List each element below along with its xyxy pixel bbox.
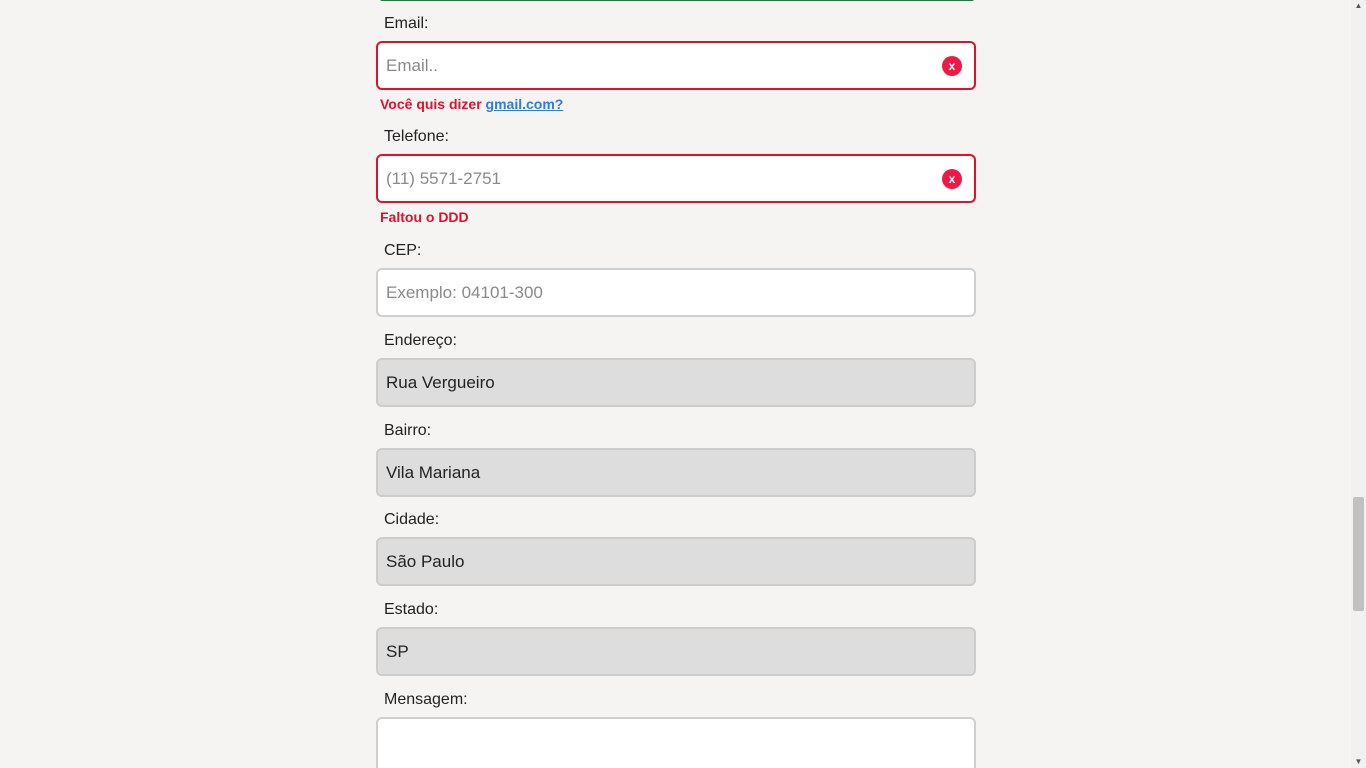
endereco-label: Endereço: xyxy=(384,332,457,349)
telefone-placeholder: (11) 5571-2751 xyxy=(386,169,501,188)
scrollbar-thumb[interactable] xyxy=(1353,497,1364,611)
clear-telefone-icon[interactable]: x xyxy=(942,169,962,189)
scroll-up-icon[interactable]: ▲ xyxy=(1351,0,1366,12)
bairro-field[interactable]: Vila Mariana xyxy=(376,448,976,497)
telefone-label: Telefone: xyxy=(384,128,449,145)
email-field[interactable]: Email.. x xyxy=(376,41,976,90)
cidade-label: Cidade: xyxy=(384,511,440,528)
estado-value: SP xyxy=(386,642,409,661)
email-label: Email: xyxy=(384,15,429,32)
cep-placeholder: Exemplo: 04101-300 xyxy=(386,283,543,302)
scroll-down-icon[interactable]: ▼ xyxy=(1351,756,1366,768)
endereco-value: Rua Vergueiro xyxy=(386,373,495,392)
page-scrollbar[interactable]: ▲ ▼ xyxy=(1351,0,1366,768)
mensagem-textarea[interactable] xyxy=(376,717,976,768)
cep-label: CEP: xyxy=(384,242,422,259)
endereco-field[interactable]: Rua Vergueiro xyxy=(376,358,976,407)
email-placeholder: Email.. xyxy=(386,56,438,75)
telefone-field[interactable]: (11) 5571-2751 x xyxy=(376,154,976,203)
bairro-value: Vila Mariana xyxy=(386,463,481,482)
email-suggestion-link[interactable]: gmail.com? xyxy=(486,96,564,112)
cep-field[interactable]: Exemplo: 04101-300 xyxy=(376,268,976,317)
bairro-label: Bairro: xyxy=(384,422,432,439)
email-error-text: Você quis dizer xyxy=(380,96,486,112)
section-divider xyxy=(380,0,974,1)
estado-label: Estado: xyxy=(384,601,439,618)
telefone-error-message: Faltou o DDD xyxy=(380,209,469,225)
cidade-field[interactable]: São Paulo xyxy=(376,537,976,586)
mensagem-label: Mensagem: xyxy=(384,691,468,708)
cidade-value: São Paulo xyxy=(386,552,465,571)
contact-form-page: Email: Email.. x Você quis dizer gmail.c… xyxy=(0,0,1366,768)
clear-email-icon[interactable]: x xyxy=(942,56,962,76)
estado-field[interactable]: SP xyxy=(376,627,976,676)
email-error-message: Você quis dizer gmail.com? xyxy=(380,96,563,112)
